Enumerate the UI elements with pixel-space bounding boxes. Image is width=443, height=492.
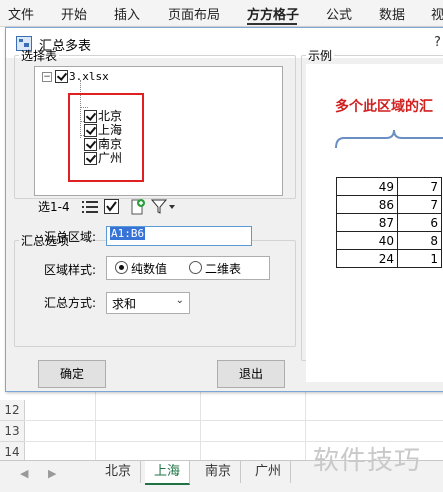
sheet-tab-nanjing[interactable]: 南京: [196, 461, 242, 483]
grid-line: [305, 390, 306, 460]
tab-view[interactable]: 视: [431, 4, 443, 23]
radio-pure-values[interactable]: [115, 261, 128, 274]
exit-button[interactable]: 退出: [217, 360, 285, 388]
brace-icon: [335, 129, 443, 149]
sheet-tab-guangzhou[interactable]: 广州: [246, 461, 292, 483]
tab-file[interactable]: 文件: [8, 4, 34, 23]
collapse-icon[interactable]: −: [42, 72, 52, 82]
grid-line: [200, 390, 201, 460]
method-value: 求和: [112, 297, 137, 311]
ok-button[interactable]: 确定: [38, 360, 106, 388]
table-cell: 8: [397, 231, 442, 250]
tree-toolbar: 选1-4: [38, 198, 288, 218]
tab-insert[interactable]: 插入: [114, 4, 140, 23]
example-legend: 示例: [308, 49, 333, 63]
tab-scroll-left-icon[interactable]: ◀: [20, 467, 28, 480]
range-value[interactable]: A1:B6: [110, 227, 146, 240]
table-cell: 7: [397, 195, 442, 214]
tab-home[interactable]: 开始: [61, 4, 87, 23]
list-icon[interactable]: [82, 200, 98, 214]
table-cell: 6: [397, 213, 442, 232]
table-row: 40 8: [336, 231, 442, 250]
table-row: 86 7: [336, 195, 442, 214]
radio-2d-table[interactable]: [189, 261, 202, 274]
table-cell: 24: [336, 249, 398, 268]
table-cell: 40: [336, 231, 398, 250]
style-label: 区域样式:: [44, 263, 97, 277]
root-checkbox[interactable]: [55, 70, 68, 83]
highlight-box: [68, 93, 144, 182]
table-cell: 49: [336, 177, 398, 196]
filter-dropdown-icon[interactable]: [151, 199, 177, 215]
tab-fangfanggezi[interactable]: 方方格子: [247, 4, 299, 23]
tab-scroll-right-icon[interactable]: ▶: [48, 467, 56, 480]
sheet-tab-shanghai[interactable]: 上海: [145, 461, 191, 485]
select-sheets-legend: 选择表: [21, 49, 58, 63]
summary-options-group: 汇总选项: [14, 232, 296, 347]
tab-formulas[interactable]: 公式: [326, 4, 352, 23]
check-all-icon[interactable]: [104, 199, 120, 215]
radio-pure-values-label[interactable]: 纯数值: [131, 260, 167, 277]
table-cell: 7: [397, 177, 442, 196]
table-row: 49 7: [336, 177, 442, 196]
method-label: 汇总方式:: [44, 296, 97, 310]
range-label: 汇总区域:: [44, 230, 97, 244]
row-header[interactable]: 13: [0, 421, 25, 442]
workbook-name[interactable]: 3.xlsx: [69, 70, 109, 83]
table-cell: 86: [336, 195, 398, 214]
active-tab-indicator: [247, 23, 297, 25]
example-caption: 多个此区域的汇: [335, 99, 433, 115]
grid-line: [95, 390, 96, 460]
tab-page-layout[interactable]: 页面布局: [168, 4, 220, 23]
table-cell: 1: [397, 249, 442, 268]
selection-count: 选1-4: [38, 200, 70, 214]
method-select[interactable]: 求和 ⌄: [106, 292, 190, 314]
ribbon: 文件 开始 插入 页面布局 方方格子 公式 数据 视: [0, 0, 443, 27]
add-sheet-icon[interactable]: [130, 198, 146, 216]
table-row: 87 6: [336, 213, 442, 232]
chevron-down-icon: ⌄: [175, 295, 184, 306]
row-header[interactable]: 12: [0, 400, 25, 421]
tab-data[interactable]: 数据: [379, 4, 405, 23]
table-row: 24 1: [336, 249, 442, 268]
sheet-tab-beijing[interactable]: 北京: [96, 461, 142, 483]
radio-2d-table-label[interactable]: 二维表: [205, 260, 241, 277]
example-table: 49 7 86 7 87 6 40 8 24 1: [336, 177, 442, 268]
table-cell: 87: [336, 213, 398, 232]
grid-line: [24, 420, 443, 421]
watermark: 软件技巧: [313, 446, 422, 476]
range-input[interactable]: A1:B6: [106, 226, 252, 246]
